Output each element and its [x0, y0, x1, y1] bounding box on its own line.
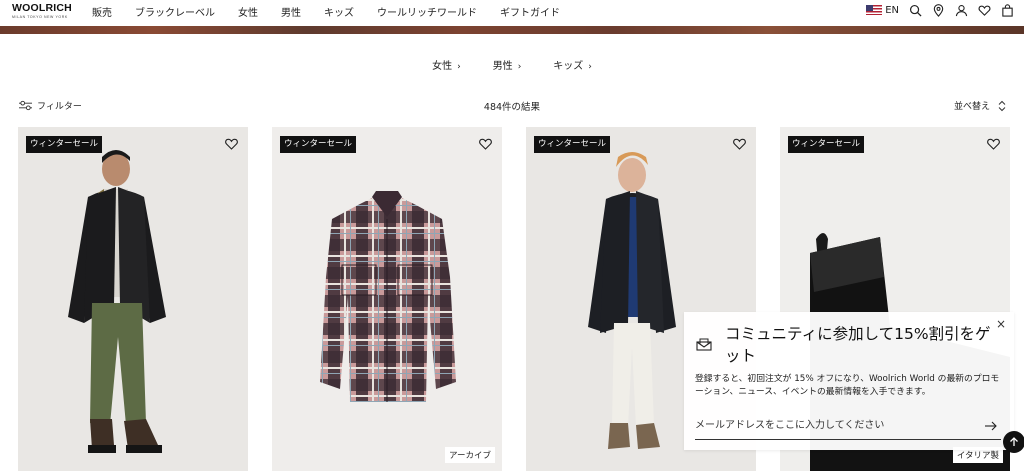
wishlist-heart-icon[interactable] [478, 137, 493, 151]
filter-sliders-icon [19, 100, 32, 111]
newsletter-popup: × コミュニティに参加して15%割引をゲット 登録すると、初回注文が 15% オ… [684, 312, 1014, 450]
nav-gift-guide[interactable]: ギフトガイド [500, 4, 560, 19]
sale-badge: ウィンターセール [26, 136, 103, 153]
sort-chevrons-icon [998, 100, 1006, 111]
language-selector[interactable]: EN [866, 5, 899, 16]
category-links: 女性 › 男性 › キッズ › [0, 57, 1024, 72]
language-label: EN [885, 4, 899, 16]
woolrich-logo[interactable]: WOOLRICH MILAN TOKYO NEW YORK [12, 3, 72, 23]
search-icon[interactable] [908, 3, 922, 17]
sale-badge: ウィンターセール [534, 136, 611, 153]
scroll-to-top-button[interactable] [1003, 431, 1024, 453]
product-image [272, 127, 502, 471]
category-link-women[interactable]: 女性 › [432, 57, 461, 72]
sort-label: 並べ替え [953, 102, 990, 112]
nav-sale[interactable]: 販売 [92, 4, 112, 19]
sort-button[interactable]: 並べ替え [954, 99, 1006, 112]
wishlist-heart-icon[interactable] [977, 3, 991, 17]
arrow-up-icon [1010, 437, 1018, 446]
product-image [18, 127, 248, 471]
sale-badge: ウィンターセール [788, 136, 865, 153]
popup-title: コミュニティに参加して15%割引をゲット [725, 325, 991, 365]
submit-arrow-icon[interactable] [985, 421, 997, 431]
category-link-kids[interactable]: キッズ › [553, 57, 592, 72]
location-pin-icon[interactable] [931, 3, 945, 17]
shopping-bag-icon[interactable] [1000, 3, 1014, 17]
sale-badge: ウィンターセール [280, 136, 357, 153]
site-header: WOOLRICH MILAN TOKYO NEW YORK 販売 ブラックレーベ… [0, 0, 1024, 26]
wishlist-heart-icon[interactable] [986, 137, 1001, 151]
filter-label: フィルター [37, 102, 82, 112]
nav-kids[interactable]: キッズ [324, 4, 354, 19]
product-card[interactable]: ウィンターセール [18, 127, 248, 471]
user-icon[interactable] [954, 3, 968, 17]
wishlist-heart-icon[interactable] [224, 137, 239, 151]
chevron-right-icon: › [588, 62, 592, 72]
popup-description: 登録すると、初回注文が 15% オフになり、Woolrich World の最新… [695, 374, 1000, 397]
archive-tag: アーカイブ [445, 447, 495, 463]
us-flag-icon [866, 5, 883, 15]
filter-button[interactable]: フィルター [19, 99, 82, 112]
main-nav: 販売 ブラックレーベル 女性 男性 キッズ ウールリッチワールド ギフトガイド [92, 4, 583, 19]
results-count: 484件の結果 [483, 102, 541, 113]
wishlist-heart-icon[interactable] [732, 137, 747, 151]
nav-black-label[interactable]: ブラックレーベル [135, 4, 215, 19]
hero-banner-edge [0, 26, 1024, 34]
close-icon[interactable]: × [996, 317, 1006, 331]
header-actions: EN [866, 3, 1014, 17]
mail-icon [696, 338, 712, 351]
product-card[interactable]: ウィンターセール アーカイブ [272, 127, 502, 471]
nav-women[interactable]: 女性 [238, 4, 258, 19]
category-link-men[interactable]: 男性 › [493, 57, 522, 72]
nav-men[interactable]: 男性 [281, 4, 301, 19]
chevron-right-icon: › [517, 62, 522, 72]
chevron-right-icon: › [457, 62, 461, 72]
email-field[interactable] [695, 412, 1001, 440]
nav-woolrich-world[interactable]: ウールリッチワールド [377, 4, 477, 19]
